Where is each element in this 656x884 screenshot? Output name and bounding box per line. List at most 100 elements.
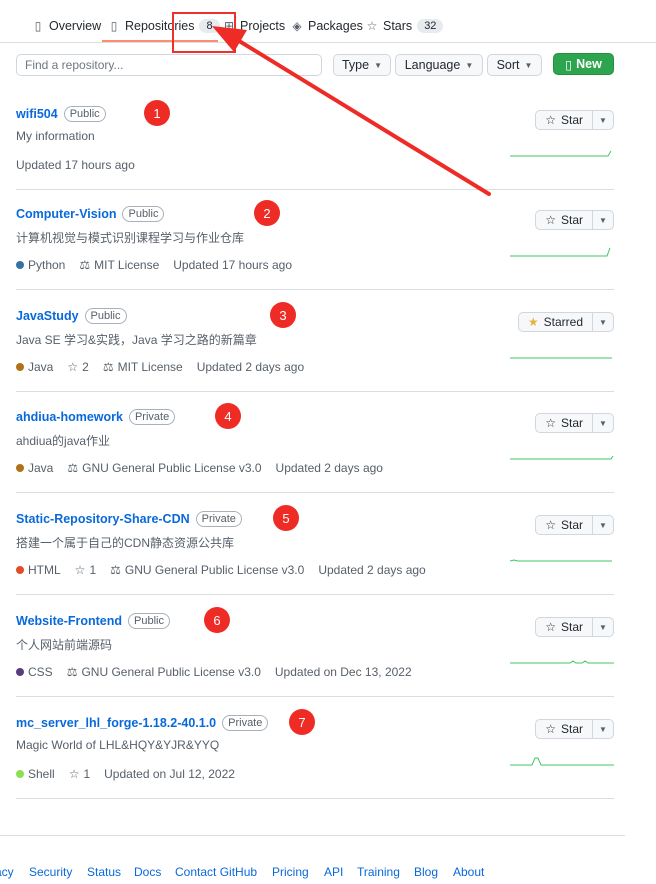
- law-icon: ⚖: [66, 665, 78, 679]
- tab-packages-label: Packages: [308, 19, 363, 33]
- tab-overview[interactable]: ▯ Overview: [32, 14, 101, 38]
- visibility-badge: Public: [128, 613, 170, 629]
- footer-link[interactable]: Status: [87, 865, 121, 879]
- annotation-number-marker: 4: [215, 403, 241, 429]
- repo-name-link[interactable]: JavaStudy: [16, 309, 79, 323]
- repo-name-link[interactable]: Computer-Vision: [16, 207, 116, 221]
- repo-meta: Shell ☆ 1 Updated on Jul 12, 2022: [16, 767, 249, 781]
- repo-name-link[interactable]: Website-Frontend: [16, 614, 122, 628]
- star-button-label: Star: [560, 213, 583, 227]
- repo-description: ahdiua的java作业: [16, 434, 111, 448]
- star-icon: ☆: [545, 518, 556, 532]
- footer-link[interactable]: Security: [29, 865, 72, 879]
- star-button[interactable]: ☆ Star: [535, 515, 592, 535]
- license-name: GNU General Public License v3.0: [81, 665, 261, 679]
- star-button[interactable]: ☆ Star: [535, 110, 592, 130]
- activity-sparkline: [510, 660, 614, 664]
- license-name: GNU General Public License v3.0: [82, 461, 262, 475]
- visibility-badge: Private: [222, 715, 269, 731]
- visibility-badge: Private: [195, 511, 242, 527]
- tab-stars[interactable]: ☆ Stars 32: [366, 14, 444, 38]
- language-color-dot: [16, 566, 24, 574]
- tab-packages[interactable]: ◈ Packages: [291, 14, 363, 38]
- book-icon: ▯: [34, 19, 42, 33]
- star-control: ★ Starred ▼: [517, 312, 614, 332]
- language-info: CSS: [16, 665, 53, 679]
- repo-description: 个人网站前端源码: [16, 638, 113, 652]
- star-control: ☆ Star ▼: [535, 110, 614, 130]
- repo-description: 搭建一个属于自己的CDN静态资源公共库: [16, 536, 234, 550]
- repo-meta: Java ☆ 2 ⚖ MIT License Updated 2 days ago: [16, 360, 318, 374]
- starred-icon: ★: [527, 315, 539, 329]
- star-button[interactable]: ☆ Star: [535, 413, 592, 433]
- find-repository-input[interactable]: [16, 54, 322, 76]
- repo-description: My information: [16, 129, 95, 143]
- footer-link[interactable]: Training: [357, 865, 400, 879]
- star-icon: ☆: [545, 113, 556, 127]
- star-list-dropdown[interactable]: ▼: [592, 110, 614, 130]
- repo-name-link[interactable]: Static-Repository-Share-CDN: [16, 512, 190, 526]
- unstar-button[interactable]: ★ Starred: [517, 312, 592, 332]
- language-name: HTML: [28, 563, 61, 577]
- language-info: Java: [16, 360, 53, 374]
- annotation-number-marker: 7: [289, 709, 315, 735]
- annotation-number-marker: 1: [144, 100, 170, 126]
- star-list-dropdown[interactable]: ▼: [592, 413, 614, 433]
- activity-sparkline: [510, 247, 611, 257]
- updated-time: Updated on Jul 12, 2022: [104, 767, 235, 781]
- stargazers-count: 1: [83, 767, 91, 781]
- language-filter-button[interactable]: Language ▼: [395, 54, 483, 76]
- repo-meta: Updated 17 hours ago: [16, 158, 149, 172]
- law-icon: ⚖: [102, 360, 114, 374]
- stargazers-link[interactable]: ☆ 1: [75, 563, 96, 577]
- repo-name-link[interactable]: ahdiua-homework: [16, 410, 123, 424]
- footer-link[interactable]: Contact GitHub: [175, 865, 257, 879]
- star-list-dropdown[interactable]: ▼: [592, 515, 614, 535]
- repo-description: Java SE 学习&实践，Java 学习之路的新篇章: [16, 333, 257, 347]
- star-list-dropdown[interactable]: ▼: [592, 210, 614, 230]
- star-list-dropdown[interactable]: ▼: [592, 617, 614, 637]
- star-list-dropdown[interactable]: ▼: [592, 312, 614, 332]
- star-button[interactable]: ☆ Star: [535, 210, 592, 230]
- footer-link[interactable]: acy: [0, 865, 14, 879]
- new-repository-button[interactable]: ▯ New: [553, 53, 614, 75]
- star-icon: ☆: [366, 19, 378, 33]
- footer-link[interactable]: API: [324, 865, 343, 879]
- repository-item: Computer-Vision Public 计算机视觉与模式识别课程学习与作业…: [16, 188, 614, 290]
- updated-time: Updated 2 days ago: [318, 563, 426, 577]
- stargazers-link[interactable]: ☆ 2: [67, 360, 88, 374]
- visibility-badge: Private: [128, 409, 176, 425]
- star-control: ☆ Star ▼: [535, 413, 614, 433]
- language-filter-label: Language: [404, 58, 461, 72]
- caret-down-icon: ▼: [524, 60, 533, 70]
- license-info: ⚖ MIT License: [79, 258, 159, 272]
- star-button-label: Star: [560, 518, 583, 532]
- star-button[interactable]: ☆ Star: [535, 617, 592, 637]
- language-color-dot: [16, 363, 24, 371]
- repo-name-link[interactable]: wifi504: [16, 107, 58, 121]
- language-color-dot: [16, 261, 24, 269]
- star-button-label: Star: [560, 722, 583, 736]
- footer-link[interactable]: Pricing: [272, 865, 309, 879]
- repo-meta: Python ⚖ MIT License Updated 17 hours ago: [16, 258, 306, 272]
- caret-down-icon: ▼: [374, 60, 383, 70]
- visibility-badge: Public: [84, 308, 127, 324]
- footer-link[interactable]: Blog: [414, 865, 438, 879]
- activity-sparkline: [510, 455, 614, 460]
- activity-sparkline: [510, 559, 612, 562]
- star-list-dropdown[interactable]: ▼: [592, 719, 614, 739]
- footer-link[interactable]: Docs: [134, 865, 161, 879]
- stargazers-link[interactable]: ☆ 1: [69, 767, 90, 781]
- tab-overview-label: Overview: [49, 19, 102, 33]
- annotation-number-marker: 3: [270, 302, 296, 328]
- tab-projects-label: Projects: [240, 19, 286, 33]
- repository-item: ahdiua-homework Private ahdiua的java作业 Ja…: [16, 391, 614, 493]
- sort-button[interactable]: Sort ▼: [487, 54, 542, 76]
- repo-name-link[interactable]: mc_server_lhl_forge-1.18.2-40.1.0: [16, 716, 216, 730]
- type-filter-button[interactable]: Type ▼: [333, 54, 391, 76]
- updated-time: Updated 17 hours ago: [173, 258, 293, 272]
- footer-link[interactable]: About: [453, 865, 484, 879]
- sort-label: Sort: [496, 58, 520, 72]
- star-button[interactable]: ☆ Star: [535, 719, 592, 739]
- caret-down-icon: ▼: [465, 60, 474, 70]
